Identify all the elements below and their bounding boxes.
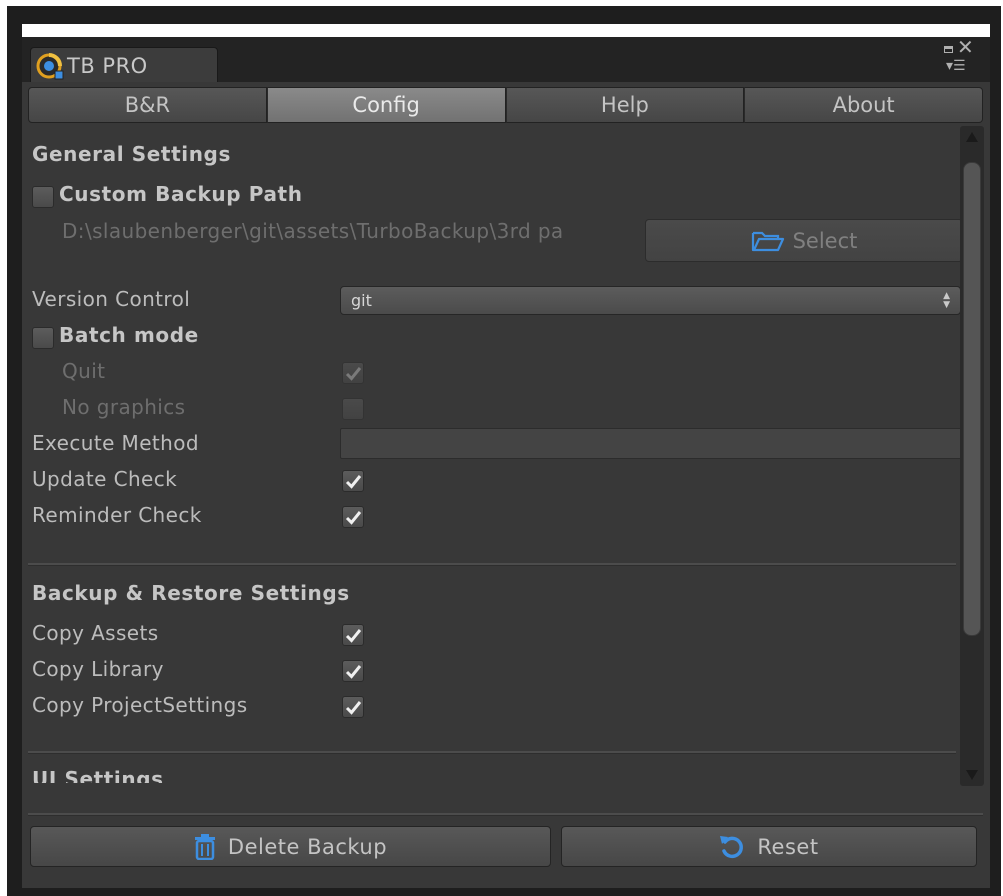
delete-backup-button[interactable]: Delete Backup bbox=[30, 826, 551, 867]
copy-assets-checkbox[interactable] bbox=[342, 624, 364, 646]
reset-button[interactable]: Reset bbox=[561, 826, 977, 867]
version-control-dropdown[interactable]: git ▲ ▼ bbox=[340, 286, 961, 315]
vertical-scrollbar[interactable] bbox=[960, 126, 984, 786]
reset-icon bbox=[720, 835, 744, 858]
backup-restore-heading: Backup & Restore Settings bbox=[32, 581, 350, 605]
window-controls: ✕ ▾☰ bbox=[942, 37, 976, 79]
version-control-value: git bbox=[351, 291, 372, 310]
no-graphics-checkbox[interactable] bbox=[342, 398, 364, 420]
checkmark-icon bbox=[345, 474, 361, 489]
checkmark-icon bbox=[345, 510, 361, 525]
section-divider bbox=[28, 751, 956, 754]
copy-project-settings-checkbox[interactable] bbox=[342, 696, 364, 718]
quit-label: Quit bbox=[62, 359, 106, 383]
execute-method-input[interactable] bbox=[340, 428, 962, 459]
custom-backup-path-checkbox[interactable] bbox=[32, 186, 54, 208]
checkmark-icon bbox=[345, 366, 361, 381]
version-control-label: Version Control bbox=[32, 287, 191, 311]
window-tab[interactable]: TB PRO bbox=[30, 47, 218, 83]
copy-assets-label: Copy Assets bbox=[32, 621, 159, 645]
menu-icon[interactable]: ▾☰ bbox=[946, 59, 966, 73]
section-divider bbox=[28, 563, 956, 566]
quit-checkbox[interactable] bbox=[342, 362, 364, 384]
update-check-label: Update Check bbox=[32, 467, 178, 491]
dropdown-arrows-icon: ▲ ▼ bbox=[943, 291, 950, 310]
reminder-check-label: Reminder Check bbox=[32, 503, 202, 527]
batch-mode-label: Batch mode bbox=[59, 323, 199, 347]
maximize-icon[interactable] bbox=[944, 46, 953, 53]
tab-backup-restore[interactable]: B&R bbox=[28, 87, 267, 123]
close-icon[interactable]: ✕ bbox=[957, 37, 974, 57]
reset-label: Reset bbox=[757, 834, 819, 859]
custom-backup-path-label: Custom Backup Path bbox=[59, 182, 303, 206]
settings-scroll-area[interactable]: General Settings Custom Backup Path D:\s… bbox=[22, 127, 990, 783]
reminder-check-checkbox[interactable] bbox=[342, 506, 364, 528]
no-graphics-label: No graphics bbox=[62, 395, 186, 419]
scroll-down-icon[interactable] bbox=[966, 770, 978, 780]
tab-config[interactable]: Config bbox=[266, 87, 506, 123]
update-check-checkbox[interactable] bbox=[342, 470, 364, 492]
folder-open-icon bbox=[751, 231, 784, 251]
backup-path-value: D:\slaubenberger\git\assets\TurboBackup\… bbox=[62, 219, 564, 243]
footer-divider bbox=[28, 813, 983, 816]
execute-method-label: Execute Method bbox=[32, 431, 199, 455]
main-toolbar: B&R Config Help About bbox=[28, 87, 983, 123]
scroll-up-icon[interactable] bbox=[966, 132, 978, 142]
select-button-label: Select bbox=[792, 228, 858, 253]
trash-icon bbox=[194, 833, 215, 860]
window-tab-title: TB PRO bbox=[67, 53, 148, 78]
scrollbar-thumb[interactable] bbox=[963, 162, 981, 636]
select-path-button[interactable]: Select bbox=[645, 219, 963, 262]
turbo-backup-logo-icon bbox=[35, 52, 65, 80]
tab-help[interactable]: Help bbox=[505, 87, 745, 123]
copy-library-checkbox[interactable] bbox=[342, 660, 364, 682]
delete-backup-label: Delete Backup bbox=[227, 834, 388, 859]
copy-library-label: Copy Library bbox=[32, 657, 164, 681]
tab-about[interactable]: About bbox=[744, 87, 983, 123]
general-settings-heading: General Settings bbox=[32, 142, 231, 166]
checkmark-icon bbox=[345, 628, 361, 643]
batch-mode-checkbox[interactable] bbox=[32, 327, 54, 349]
checkmark-icon bbox=[345, 664, 361, 679]
checkmark-icon bbox=[345, 700, 361, 715]
window-tab-strip: TB PRO ✕ ▾☰ bbox=[22, 37, 990, 83]
copy-project-settings-label: Copy ProjectSettings bbox=[32, 693, 248, 717]
ui-settings-heading: UI Settings bbox=[32, 767, 164, 783]
title-strip bbox=[22, 24, 990, 37]
config-panel: B&R Config Help About General Settings C… bbox=[22, 82, 990, 888]
